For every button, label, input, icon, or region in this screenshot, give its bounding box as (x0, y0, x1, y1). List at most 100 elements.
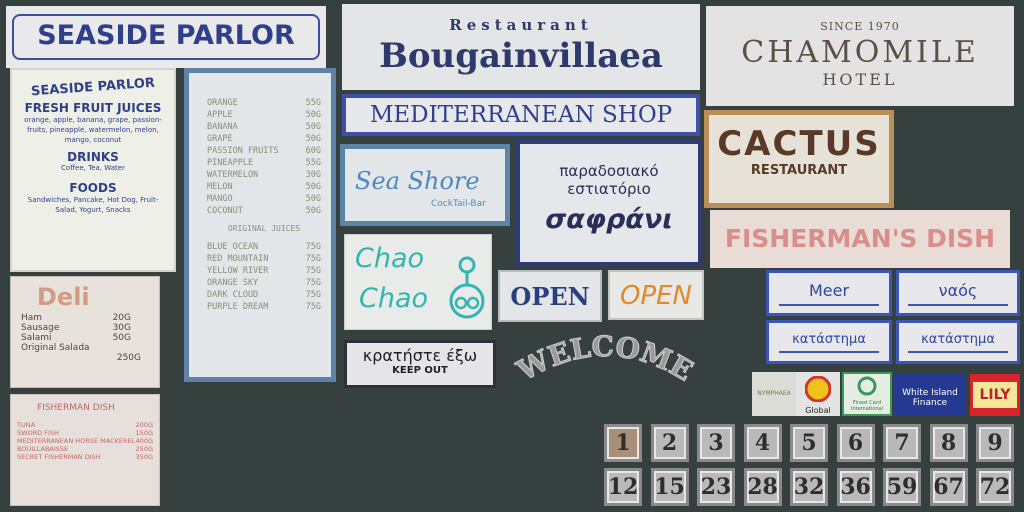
number-tile: 9 (976, 424, 1014, 462)
white-island-text: White Island Finance (902, 388, 958, 408)
direction-label: ναός (938, 280, 978, 300)
lily-panel: LILY (973, 382, 1017, 408)
fishermans-dish-banner: FISHERMAN'S DISH (710, 210, 1010, 268)
number-tile: 4 (743, 424, 782, 462)
white-island-logo: White Island Finance (894, 374, 966, 416)
number-tile: 5 (790, 424, 828, 462)
fishermans-dish-text: FISHERMAN'S DISH (724, 224, 996, 253)
chamomile-hotel-sign: SINCE 1970 CHAMOMILE HOTEL (706, 6, 1014, 106)
seaside-menu-heading: DRINKS (67, 150, 119, 164)
lily-logo: LILY (970, 374, 1020, 416)
welcome-arch-sign: WELCOME (511, 330, 699, 388)
finest-card-logo: Finest Card International (842, 372, 892, 416)
juice-price-menu: ORANGE 55G APPLE 50G BANANA 50G GRAPE 50G PA… (184, 68, 336, 382)
open-sign-orange: OPEN (608, 270, 704, 320)
number-tile: 59 (883, 468, 921, 506)
cactus-restaurant-sign: CACTUS RESTAURANT (704, 110, 894, 208)
number-tiles-row-1: 1 2 3 4 5 6 7 8 9 (604, 424, 1014, 462)
direction-sign-shop-left: κατάστημα (766, 320, 892, 364)
finest-card-icon (857, 376, 877, 396)
open-blue-text: OPEN (510, 282, 590, 311)
number-tile: 7 (883, 424, 921, 462)
chao-line1: Chao (355, 243, 425, 274)
global-circle-icon (804, 375, 832, 403)
bougainvillaea-small-text: Restaurant (449, 16, 593, 34)
sea-shore-sub-text: CockTail-Bar (431, 199, 486, 209)
number-tile: 8 (929, 424, 968, 462)
lily-text: LILY (979, 387, 1011, 403)
sea-shore-name-text: Sea Shore (355, 167, 480, 195)
number-tile: 3 (697, 424, 735, 462)
juice-row: MANGO 50G (207, 194, 321, 204)
greek-line2: εστιατόριο (567, 180, 651, 198)
juice-row: YELLOW RIVER 75G (207, 266, 321, 276)
juice-subheading: ORIGINAL JUICES (227, 224, 301, 233)
deli-row: Ham 20G (21, 313, 131, 323)
direction-label: κατάστημα (792, 331, 866, 347)
hotel-type-text: HOTEL (822, 70, 898, 89)
number-tile: 32 (790, 468, 828, 506)
seaside-menu-section-foods: FOODS Sandwiches, Pancake, Hot Dog, Frui… (18, 181, 168, 215)
mediterranean-shop-sign: MEDITERRANEAN SHOP (342, 94, 700, 136)
keep-out-sign: κρατήστε έξω KEEP OUT (344, 340, 496, 388)
nymphaea-text: NYMPHAEA (757, 390, 791, 397)
nymphaea-logo: NYMPHAEA (752, 372, 796, 416)
arrow-right-icon (908, 303, 1008, 306)
juice-menu-board: ORANGE 55G APPLE 50G BANANA 50G GRAPE 50G PA… (189, 73, 331, 377)
seaside-parlor-header-sign: SEASIDE PARLOR (6, 6, 326, 68)
number-tile: 36 (836, 468, 875, 506)
svg-text:WELCOME: WELCOME (511, 330, 698, 388)
juice-row: DARK CLOUD 75G (207, 290, 321, 300)
mediterranean-shop-panel: MEDITERRANEAN SHOP (346, 98, 696, 132)
keep-out-panel: κρατήστε έξω KEEP OUT (347, 343, 493, 385)
cactus-name-text: CACTUS (717, 124, 881, 164)
global-logo: Global (796, 372, 840, 416)
seaside-menu-body: orange, apple, banana, grape, passion-fr… (24, 116, 162, 144)
fisherman-row: BOUILLABAISSE 250G (17, 445, 153, 453)
bougainvillaea-sign: Restaurant Bougainvillaea (342, 4, 700, 90)
seaside-menu-section-drinks: DRINKS Coffee, Tea, Water (18, 150, 168, 172)
greek-restaurant-sign: παραδοσιακό εστιατόριο σαφράνι (516, 140, 702, 266)
juice-row: APPLE 50G (207, 110, 321, 120)
seaside-menu-title: SEASIDE PARLOR (30, 75, 156, 100)
fisherman-row: MEDITERRANEAN HORSE MACKEREL 400G (17, 437, 153, 445)
direction-sign-meer: Meer (766, 270, 892, 316)
deli-menu-sign: Deli Ham 20G Sausage 30G Salami 50G Origina… (10, 276, 160, 388)
juice-row: MELON 50G (207, 182, 321, 192)
seaside-menu-body: Coffee, Tea, Water (61, 164, 125, 172)
juice-row: BANANA 50G (207, 122, 321, 132)
finest-card-text: Finest Card International (851, 400, 883, 412)
number-tile: 1 (604, 424, 642, 462)
juice-row: PURPLE DREAM 75G (207, 302, 321, 312)
seaside-parlor-menu: SEASIDE PARLOR FRESH FRUIT JUICES orange… (10, 68, 176, 272)
direction-label: Meer (808, 280, 850, 300)
open-orange-text: OPEN (619, 281, 693, 311)
juice-row: WATERMELON 30G (207, 170, 321, 180)
number-tile: 2 (650, 424, 689, 462)
global-text: Global (805, 406, 831, 415)
greek-line1: παραδοσιακό (559, 162, 659, 180)
welcome-text: WELCOME (511, 330, 699, 388)
cactus-panel: CACTUS RESTAURANT (709, 115, 889, 203)
bougainvillaea-big-text: Bougainvillaea (379, 36, 663, 76)
open-sign-blue: OPEN (498, 270, 602, 322)
seaside-menu-heading: FRESH FRUIT JUICES (24, 101, 162, 115)
keep-out-greek: κρατήστε έξω (362, 346, 478, 365)
direction-label: κατάστημα (921, 331, 995, 347)
chao-line2: Chao (359, 283, 429, 314)
fisherman-row: SWORD FISH 150G (17, 429, 153, 437)
seaside-menu-body: Sandwiches, Pancake, Hot Dog, Fruit-Sala… (27, 196, 159, 214)
fisherman-row: TUNA 200G (17, 421, 153, 429)
keep-out-english: KEEP OUT (392, 365, 448, 376)
hotel-since-text: SINCE 1970 (820, 20, 900, 33)
deli-title: Deli (37, 283, 90, 311)
seaside-parlor-header-text: SEASIDE PARLOR (37, 20, 295, 51)
seaside-menu-section-juices: FRESH FRUIT JUICES orange, apple, banana… (18, 101, 168, 145)
arrow-right-icon (908, 350, 1008, 353)
sea-shore-panel: Sea Shore CockTail-Bar (345, 149, 505, 221)
direction-sign-shop-right: κατάστημα (896, 320, 1020, 364)
greek-big-text: σαφράνι (545, 204, 673, 235)
fisherman-menu-title: FISHERMAN DISH (37, 403, 115, 413)
deli-row: Salami 50G (21, 333, 131, 343)
number-tile: 23 (697, 468, 735, 506)
